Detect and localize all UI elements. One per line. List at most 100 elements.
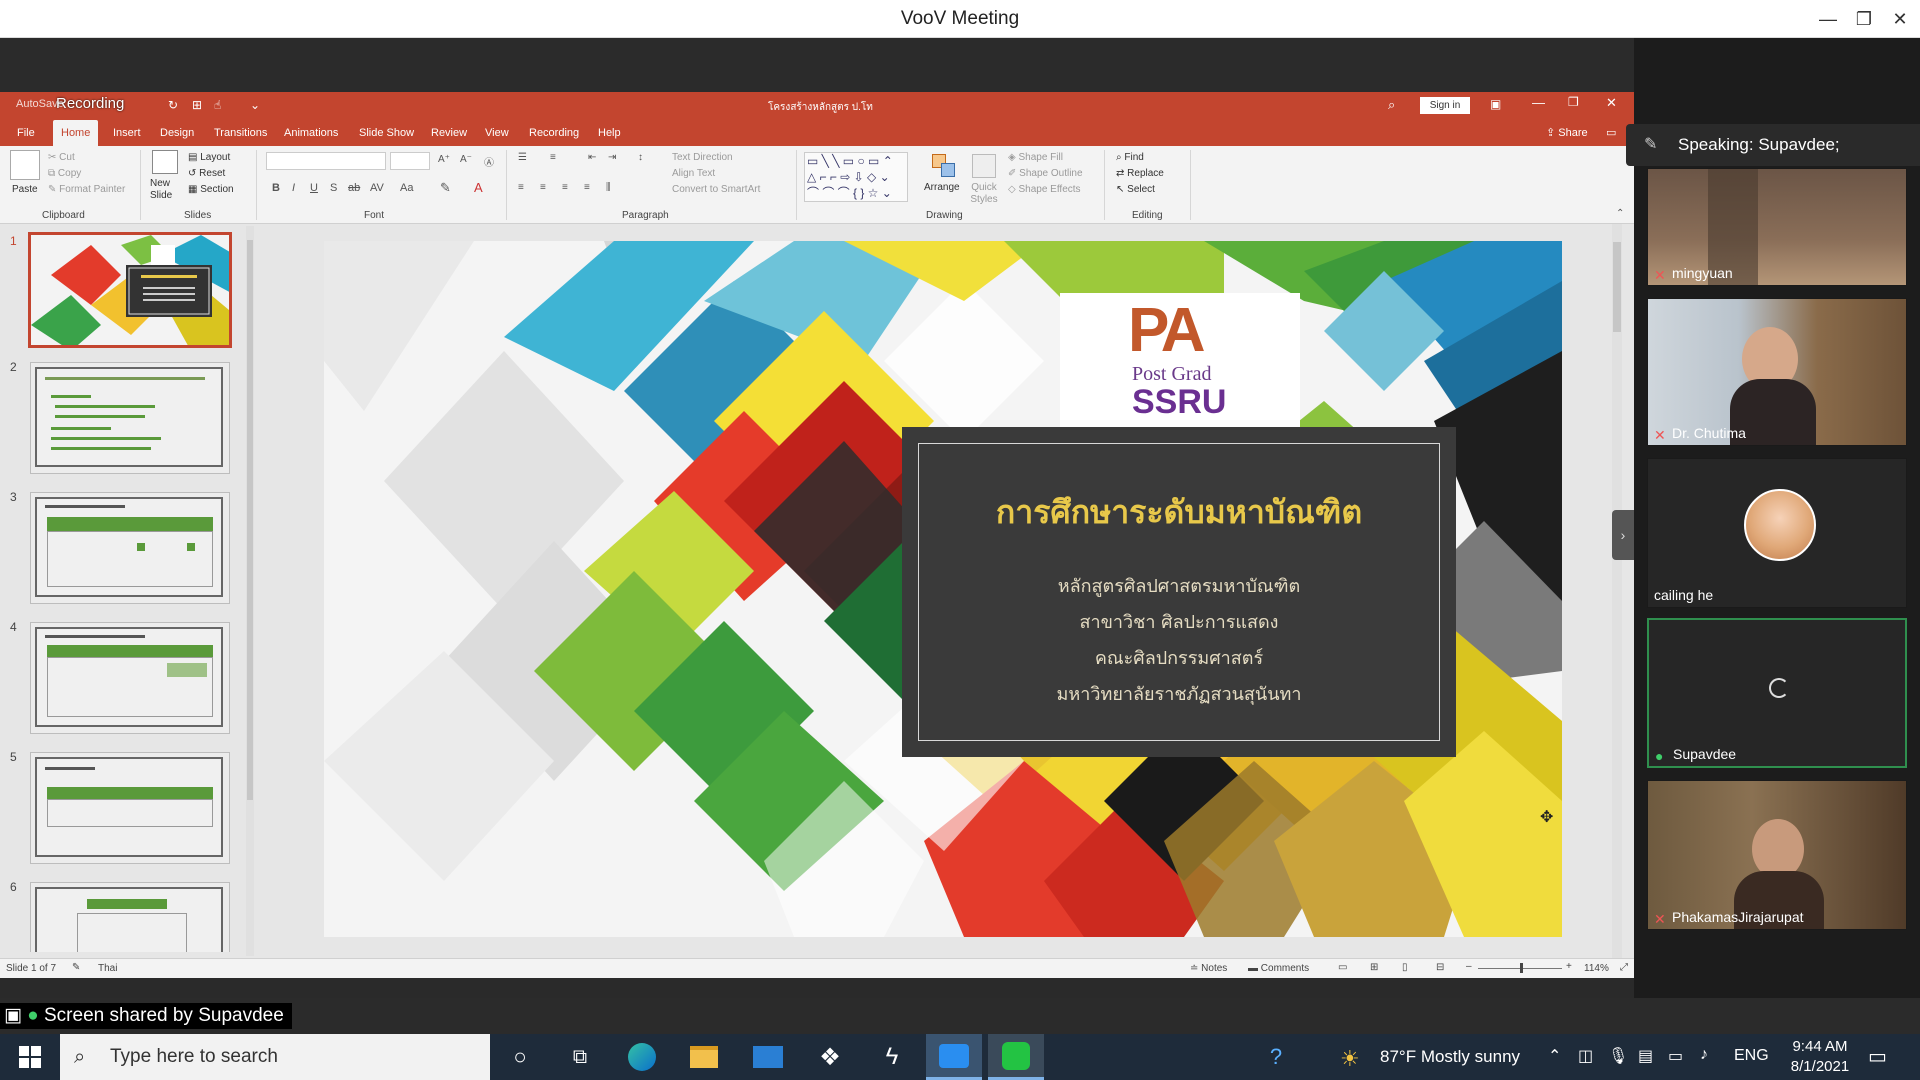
char-spacing-icon[interactable]: AV bbox=[370, 182, 384, 194]
participant-tile[interactable]: ✕ PhakamasJirajarupat bbox=[1647, 780, 1907, 930]
copy-button[interactable]: ⧉ Copy bbox=[48, 168, 81, 179]
tab-insert[interactable]: Insert bbox=[113, 120, 141, 146]
underline-icon[interactable]: U bbox=[310, 182, 318, 194]
thumbnail-slide-4[interactable] bbox=[30, 622, 230, 734]
cortana-icon[interactable]: ○ bbox=[492, 1034, 548, 1080]
participant-tile[interactable]: cailing he bbox=[1647, 458, 1907, 608]
strikethrough-icon[interactable]: ab bbox=[348, 182, 360, 194]
input-language[interactable]: ENG bbox=[1734, 1047, 1769, 1065]
touch-mode-icon[interactable]: ☝ bbox=[214, 98, 221, 112]
new-slide-button[interactable]: New Slide bbox=[150, 178, 184, 202]
language-label[interactable]: Thai bbox=[98, 963, 117, 974]
shape-effects-button[interactable]: ◇ Shape Effects bbox=[1008, 184, 1081, 195]
normal-view-icon[interactable]: ▭ bbox=[1338, 962, 1347, 973]
tab-review[interactable]: Review bbox=[431, 120, 467, 146]
slide-scrollbar[interactable] bbox=[1612, 224, 1622, 958]
taskbar-search-input[interactable]: ⌕ Type here to search bbox=[60, 1034, 490, 1080]
format-painter-button[interactable]: ✎ Format Painter bbox=[48, 184, 125, 195]
font-name-select[interactable] bbox=[266, 152, 386, 170]
help-icon[interactable]: ? bbox=[1248, 1034, 1304, 1080]
fit-slide-icon[interactable]: ⤢ bbox=[1620, 962, 1628, 973]
font-size-select[interactable] bbox=[390, 152, 430, 170]
voov-meeting-icon[interactable] bbox=[926, 1034, 982, 1080]
quick-styles-button[interactable]: Quick Styles bbox=[966, 182, 1002, 206]
layout-button[interactable]: ▤ Layout bbox=[188, 152, 230, 163]
numbering-icon[interactable]: ≡ bbox=[550, 152, 556, 163]
shapes-gallery[interactable]: ▭ ╲ ╲ ▭ ○ ▭ ⌃ △ ⌐ ⌐ ⇨ ⇩ ◇ ⌄ ⌒ ⌒ ⌒ { } ☆ ⌄ bbox=[804, 152, 908, 202]
search-icon[interactable]: ⌕ bbox=[1388, 97, 1395, 113]
highlight-icon[interactable]: ✎ bbox=[440, 180, 451, 196]
bullets-icon[interactable]: ☰ bbox=[518, 152, 527, 163]
decrease-indent-icon[interactable]: ⇤ bbox=[588, 152, 596, 163]
show-hidden-icons-icon[interactable]: ⌃ bbox=[1548, 1046, 1561, 1066]
line-app-icon[interactable] bbox=[988, 1034, 1044, 1080]
select-button[interactable]: ↖ Select bbox=[1116, 184, 1155, 195]
weather-sun-icon[interactable]: ☀ bbox=[1340, 1046, 1360, 1072]
battery-icon[interactable]: ▭ bbox=[1668, 1046, 1683, 1066]
ppt-minimize-button[interactable]: — bbox=[1532, 95, 1545, 110]
tab-design[interactable]: Design bbox=[160, 120, 194, 146]
ppt-close-button[interactable]: ✕ bbox=[1606, 95, 1617, 111]
app-icon[interactable]: ϟ bbox=[864, 1034, 920, 1080]
align-right-icon[interactable]: ≡ bbox=[562, 182, 568, 193]
share-button[interactable]: ⇪ Share bbox=[1546, 120, 1588, 146]
file-explorer-icon[interactable] bbox=[676, 1034, 732, 1080]
minimize-button[interactable]: — bbox=[1810, 0, 1846, 38]
shadow-icon[interactable]: S bbox=[330, 182, 337, 194]
windows-start-icon[interactable] bbox=[2, 1034, 58, 1080]
microphone-icon[interactable]: 🎙 bbox=[1608, 1046, 1628, 1066]
new-slide-icon[interactable] bbox=[152, 150, 178, 174]
participant-tile[interactable]: ✕ Dr. Chutima bbox=[1647, 298, 1907, 446]
bold-icon[interactable]: B bbox=[272, 182, 280, 194]
reading-view-icon[interactable]: ▯ bbox=[1402, 962, 1408, 973]
paste-button[interactable]: Paste bbox=[12, 184, 38, 195]
title-box[interactable]: การศึกษาระดับมหาบัณฑิต หลักสูตรศิลปศาสตร… bbox=[902, 427, 1456, 757]
thumbnail-slide-3[interactable] bbox=[30, 492, 230, 604]
expand-panel-chevron-icon[interactable]: › bbox=[1612, 510, 1634, 560]
find-button[interactable]: ⌕ Find bbox=[1116, 152, 1144, 163]
line-spacing-icon[interactable]: ↕ bbox=[638, 152, 643, 163]
thumbnail-slide-2[interactable] bbox=[30, 362, 230, 474]
participant-tile[interactable]: ✕ mingyuan bbox=[1647, 168, 1907, 286]
text-direction-button[interactable]: Text Direction bbox=[672, 152, 733, 163]
tab-view[interactable]: View bbox=[485, 120, 509, 146]
ribbon-display-icon[interactable]: ▣ bbox=[1490, 97, 1501, 111]
paste-icon[interactable] bbox=[10, 150, 40, 180]
comments-icon[interactable]: ▭ bbox=[1606, 120, 1616, 146]
arrange-button[interactable]: Arrange bbox=[924, 182, 960, 193]
thumbnail-slide-5[interactable] bbox=[30, 752, 230, 864]
thumbnail-slide-1[interactable] bbox=[28, 232, 232, 348]
weather-text[interactable]: 87°F Mostly sunny bbox=[1380, 1047, 1520, 1067]
cut-button[interactable]: ✂ Cut bbox=[48, 152, 75, 163]
tab-home[interactable]: Home bbox=[53, 120, 99, 146]
present-icon[interactable]: ⊞ bbox=[192, 98, 202, 112]
participant-tile-active[interactable]: ● Supavdee bbox=[1647, 618, 1907, 768]
replace-button[interactable]: ⇄ Replace bbox=[1116, 168, 1164, 179]
tab-recording[interactable]: Recording bbox=[529, 120, 579, 146]
increase-indent-icon[interactable]: ⇥ bbox=[608, 152, 616, 163]
reset-button[interactable]: ↺ Reset bbox=[188, 168, 225, 179]
zoom-level[interactable]: 114% bbox=[1584, 963, 1609, 974]
restore-button[interactable]: ❐ bbox=[1846, 0, 1882, 38]
tab-transitions[interactable]: Transitions bbox=[214, 120, 267, 146]
thumbnail-slide-6[interactable] bbox=[30, 882, 230, 952]
shape-outline-button[interactable]: ✐ Shape Outline bbox=[1008, 168, 1083, 179]
close-button[interactable]: ✕ bbox=[1882, 0, 1918, 38]
align-text-button[interactable]: Align Text bbox=[672, 168, 715, 179]
zoom-slider[interactable] bbox=[1478, 963, 1562, 973]
arrange-icon[interactable] bbox=[932, 154, 956, 178]
camera-icon[interactable]: ◫ bbox=[1578, 1046, 1593, 1066]
clock-time[interactable]: 9:44 AM bbox=[1782, 1038, 1858, 1055]
slideshow-icon[interactable]: ⊟ bbox=[1436, 962, 1444, 973]
italic-icon[interactable]: I bbox=[292, 182, 295, 194]
sign-in-button[interactable]: Sign in bbox=[1420, 97, 1470, 114]
mail-icon[interactable] bbox=[740, 1034, 796, 1080]
justify-icon[interactable]: ≡ bbox=[584, 182, 590, 193]
spellcheck-icon[interactable]: ✎ bbox=[72, 962, 80, 973]
tab-slide-show[interactable]: Slide Show bbox=[359, 120, 414, 146]
zoom-out-icon[interactable]: – bbox=[1466, 961, 1472, 972]
thumbnail-scrollbar[interactable] bbox=[246, 226, 254, 956]
align-left-icon[interactable]: ≡ bbox=[518, 182, 524, 193]
slide-sorter-icon[interactable]: ⊞ bbox=[1370, 962, 1378, 973]
document-title[interactable]: โครงสร้างหลักสูตร ป.โท bbox=[768, 100, 873, 115]
